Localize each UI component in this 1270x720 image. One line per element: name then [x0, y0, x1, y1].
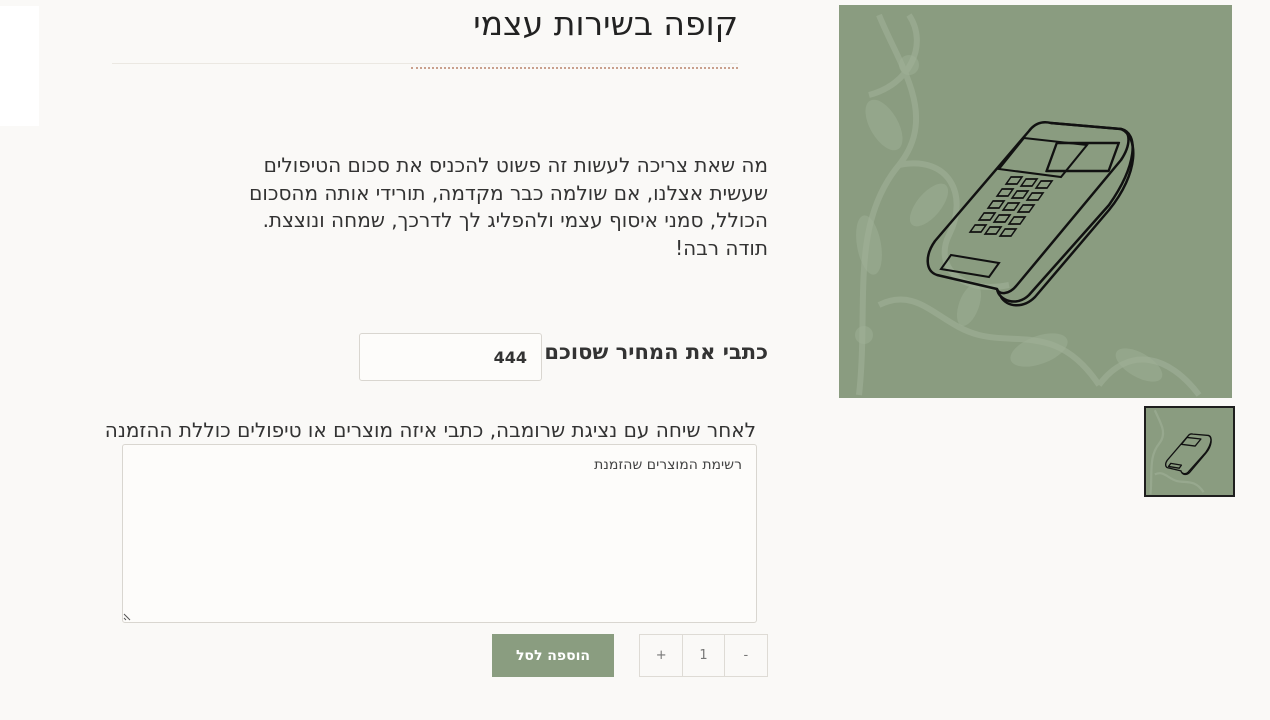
price-field-label: כתבי את המחיר שסוכם ₪ — [518, 340, 768, 364]
description-line: תודה רבה! — [675, 235, 768, 260]
title-divider — [112, 63, 738, 64]
product-main-image[interactable] — [839, 5, 1232, 398]
resize-grip-icon[interactable] — [123, 611, 133, 621]
order-field-label: לאחר שיחה עם נציגת שרומבה, כתבי איזה מוצ… — [104, 418, 756, 442]
price-input[interactable] — [359, 333, 542, 381]
quantity-input[interactable]: 1 — [682, 635, 725, 676]
card-terminal-icon — [1149, 409, 1212, 495]
product-page: קופה בשירות עצמי מה שאת צריכה לעשות זה פ… — [0, 0, 1270, 720]
quantity-stepper: + 1 - — [639, 634, 768, 677]
side-panel — [0, 6, 39, 126]
product-description: מה שאת צריכה לעשות זה פשוט להכניס את סכו… — [249, 152, 768, 262]
description-line: הכולל, סמני איסוף עצמי ולהפליג לך לדרכך,… — [262, 208, 768, 232]
product-title: קופה בשירות עצמי — [473, 4, 738, 43]
quantity-minus-button[interactable]: - — [725, 635, 767, 676]
title-dotted-underline — [411, 67, 738, 69]
description-line: מה שאת צריכה לעשות זה פשוט להכניס את סכו… — [263, 153, 768, 177]
description-line: שעשית אצלנו, אם שולמה כבר מקדמה, תורידי … — [249, 180, 768, 205]
product-thumbnail[interactable] — [1144, 406, 1235, 497]
add-to-cart-button[interactable]: הוספה לסל — [492, 634, 614, 677]
order-details-textarea[interactable]: רשימת המוצרים שהזמנת — [122, 444, 757, 623]
quantity-plus-button[interactable]: + — [640, 635, 682, 676]
card-terminal-icon — [855, 13, 1202, 397]
